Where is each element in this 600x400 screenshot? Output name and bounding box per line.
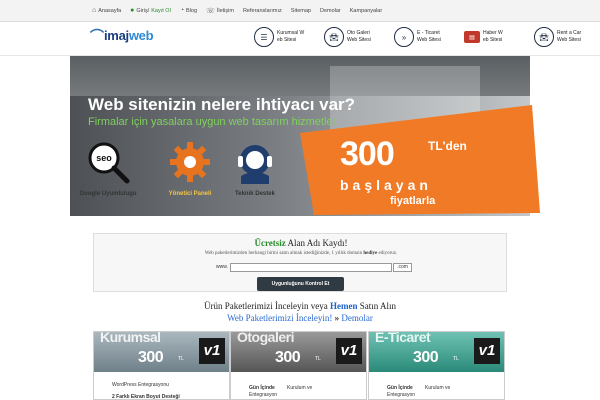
list-icon: ☰ [254,27,274,47]
tld-select[interactable]: .com [393,263,412,272]
menu-item-otogaleri[interactable]: 🚘︎ Oto Galeri Web Sitesi [324,27,390,47]
package-card-eticaret[interactable]: E-Ticaret 300 TL v1 Gün İçinde Entegrasy… [368,331,505,400]
logo-swoosh-icon: ⌒ [90,27,104,44]
product-menu: ☰ Kurumsal W eb Sitesi 🚘︎ Oto Galeri Web S… [254,27,600,47]
version-badge: v1 [199,338,225,364]
phone-icon: ☏ [206,7,215,15]
feature-seo: seo Google Uyumlulugu [73,140,143,197]
domain-check-box: Ücretsiz Alan Adı Kaydı! Web paketlerimi… [93,233,507,292]
car-icon: 🚘︎ [534,27,554,47]
package-card-otogaleri[interactable]: Otogaleri 300 TL v1 Gün İçinde Entegrasy… [230,331,367,400]
nav-contact-link[interactable]: ☏ İletişim [206,7,234,15]
news-icon: ▤ [464,31,480,43]
domain-subtitle: Web paketlerimizden herhangi birini satı… [204,251,398,256]
site-logo[interactable]: ⌒ imajweb [90,27,154,44]
packages-heading: Ürün Paketlerimizi İnceleyin veya Hemen … [204,301,396,311]
price-promo[interactable]: 300 TL'den başlayan fiyatlarla [300,105,540,215]
packages-link[interactable]: Web Paketlerimizi İnceleyin! [227,313,332,323]
packages-links: Web Paketlerimizi İnceleyin! » Demolar [227,313,373,323]
seo-magnifier-icon: seo [86,140,130,184]
header: ⌒ imajweb ☰ Kurumsal W eb Sitesi 🚘︎ Oto Ga… [0,22,600,56]
nav-home-link[interactable]: ⌂ Anasayfa [92,7,121,14]
version-badge: v1 [474,338,500,364]
package-card-kurumsal[interactable]: Kurumsal 300 TL v1 WordPress Entegrasyon… [93,331,230,400]
nav-blog-link[interactable]: ◔ Blog [180,7,197,14]
feature-admin-panel: Yönetici Paneli [155,140,225,197]
nav-references-link[interactable]: Referanslarımız [243,8,282,14]
demos-link[interactable]: Demolar [341,313,373,323]
domain-title: Ücretsiz Alan Adı Kaydı! [254,238,348,248]
top-nav: ⌂ Anasayfa ● Giriş/Kayıt Ol ◔ Blog ☏ İletişi… [0,0,600,22]
version-badge: v1 [336,338,362,364]
menu-item-eticaret[interactable]: » E - Ticaret Web Sitesi [394,27,460,47]
user-icon: ● [130,7,135,14]
menu-item-haber[interactable]: ▤ Haber W eb Sitesi [464,27,530,47]
nav-sitemap-link[interactable]: Sitemap [291,8,311,14]
domain-input[interactable] [230,263,392,272]
cart-icon: » [394,27,414,47]
menu-item-rentacar[interactable]: 🚘︎ Rent a Car Web Sitesi [534,27,600,47]
svg-text:seo: seo [96,153,112,163]
nav-login-link[interactable]: ● Giriş/Kayıt Ol [130,7,171,14]
home-icon: ⌂ [92,7,97,14]
check-availability-button[interactable]: Uygunluğunu Kontrol Et [257,277,344,291]
nav-demos-link[interactable]: Demolar [320,8,341,14]
gear-icon [168,140,212,184]
www-label: www. [216,264,228,270]
nav-campaigns-link[interactable]: Kampanyalar [350,8,382,14]
feature-tech-support: Teknik Destek [220,140,290,197]
car-icon: 🚘︎ [324,27,344,47]
rss-icon: ◔ [179,7,185,14]
headset-icon [233,140,277,184]
menu-item-kurumsal[interactable]: ☰ Kurumsal W eb Sitesi [254,27,320,47]
